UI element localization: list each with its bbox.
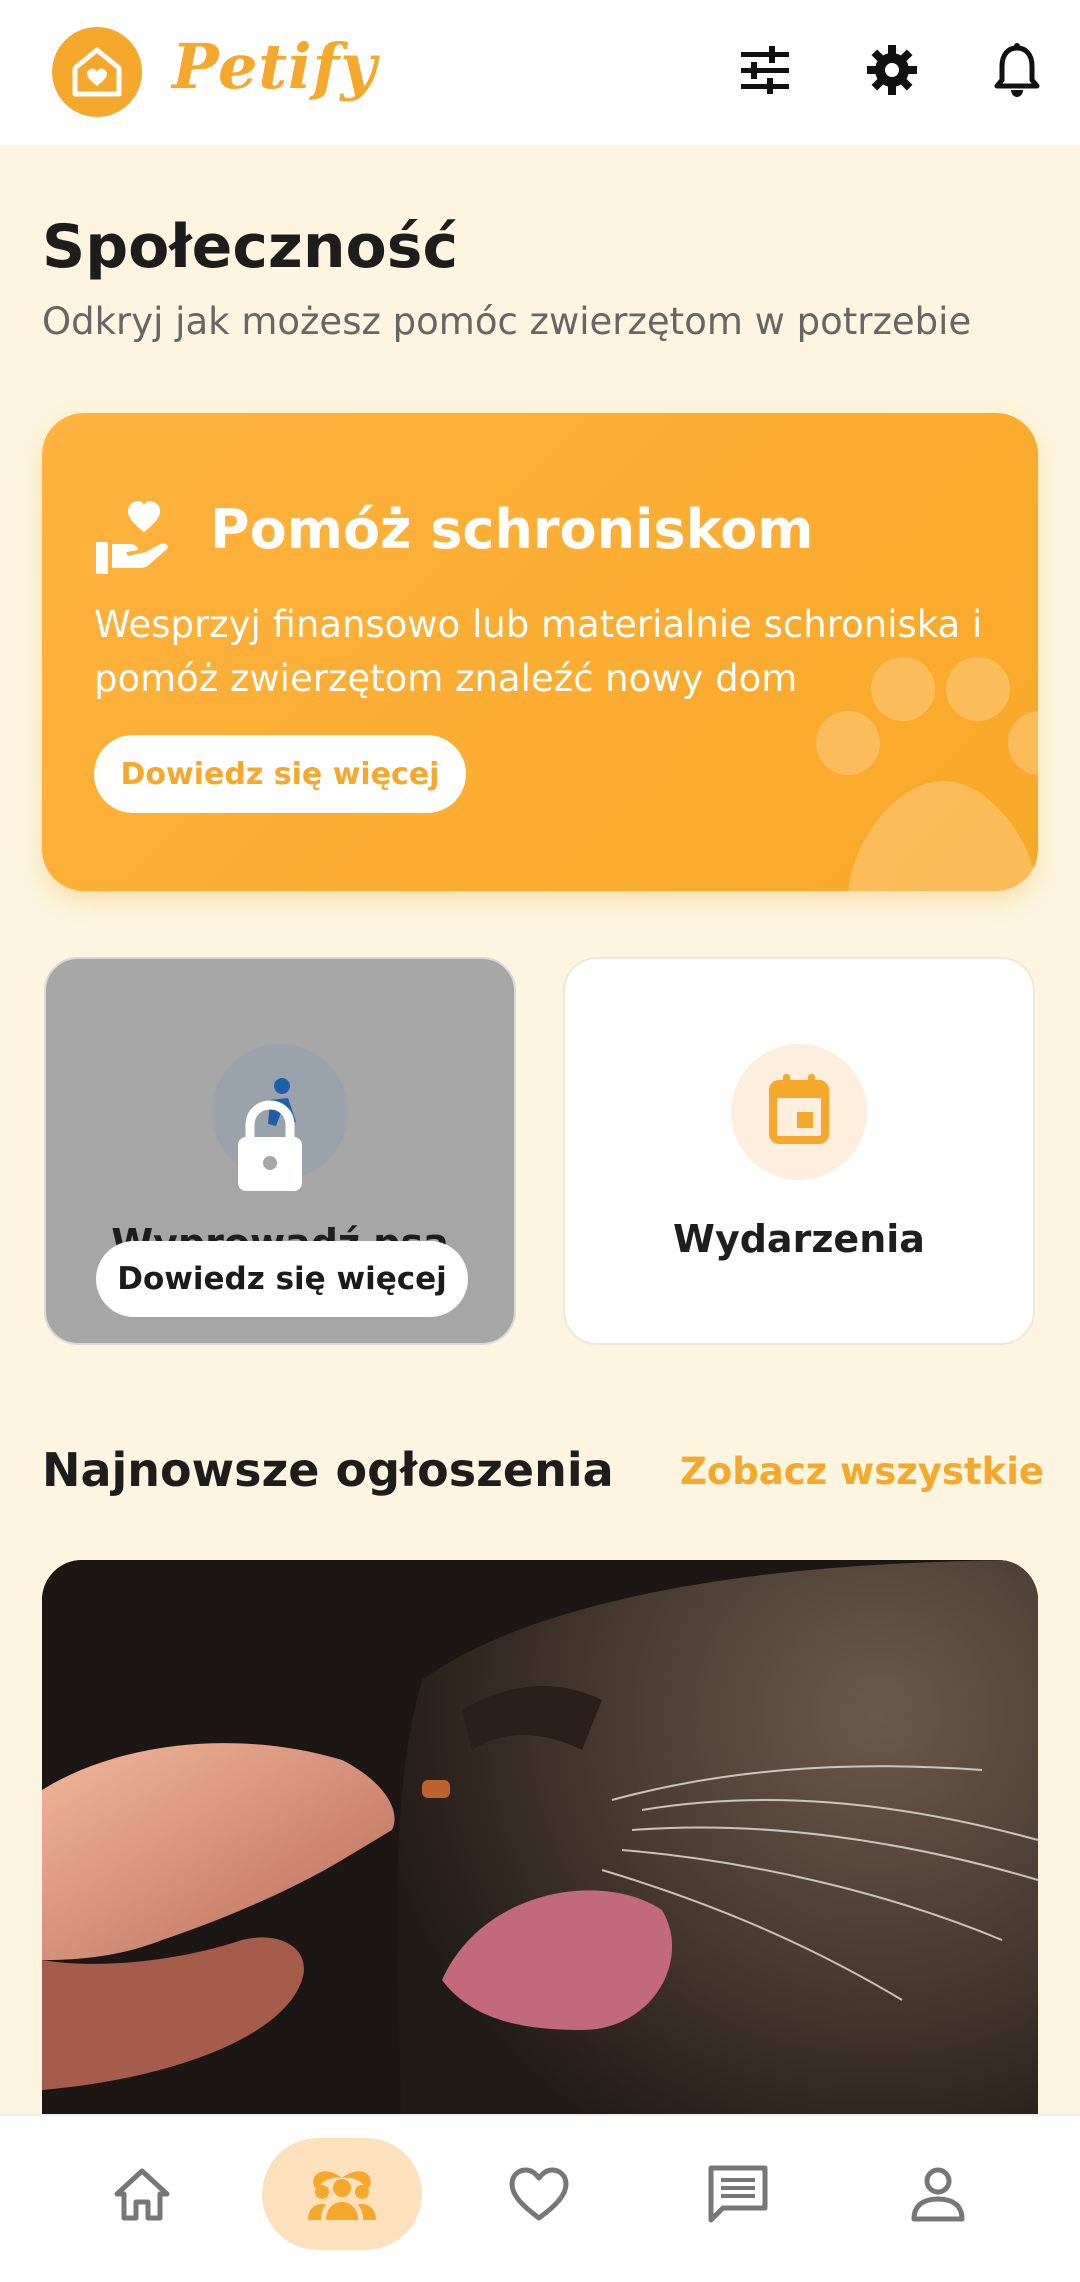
petify-logo-icon (52, 27, 142, 117)
page-subtitle: Odkryj jak możesz pomóc zwierzętom w pot… (42, 300, 972, 343)
events-card[interactable]: Wydarzenia (563, 957, 1035, 1345)
hero-title: Pomóż schroniskom (210, 498, 814, 561)
messages-icon (708, 2165, 768, 2223)
filter-sliders-icon[interactable] (735, 40, 795, 100)
see-all-link[interactable]: Zobacz wszystkie (680, 1450, 1044, 1493)
top-app-bar: Petify (0, 0, 1080, 145)
locked-learn-more-button[interactable]: Dowiedz się więcej (96, 1241, 468, 1317)
settings-gear-icon[interactable] (862, 40, 922, 100)
announcement-photo-cat-eating[interactable] (42, 1560, 1038, 2180)
events-icon-circle (731, 1044, 867, 1180)
favorites-heart-icon (509, 2167, 569, 2221)
nav-favorites[interactable] (459, 2138, 619, 2250)
hero-description: Wesprzyj finansowo lub materialnie schro… (94, 603, 983, 700)
calendar-icon (769, 1074, 829, 1144)
nav-home[interactable] (62, 2138, 222, 2250)
walk-dog-card-locked[interactable]: Wyprowadź psa Dowiedz się więcej (44, 957, 516, 1345)
helping-hand-heart-icon (94, 498, 172, 576)
community-icon (308, 2171, 376, 2220)
page-title: Społeczność (42, 212, 459, 282)
nav-community[interactable] (262, 2138, 422, 2250)
lock-icon (238, 1100, 302, 1191)
nav-messages[interactable] (658, 2138, 818, 2250)
home-icon (114, 2168, 170, 2221)
app-name: Petify (172, 30, 378, 103)
help-shelters-card[interactable]: Pomóż schroniskom Wesprzyj finansowo lub… (42, 413, 1038, 891)
notifications-bell-icon[interactable] (987, 40, 1047, 100)
events-label: Wydarzenia (673, 1217, 925, 1261)
nav-profile[interactable] (858, 2138, 1018, 2250)
profile-icon (911, 2167, 965, 2222)
learn-more-button[interactable]: Dowiedz się więcej (94, 735, 466, 813)
bottom-navigation (0, 2114, 1080, 2282)
cat-photo-image (42, 1560, 1038, 2180)
latest-section-title: Najnowsze ogłoszenia (42, 1443, 614, 1497)
